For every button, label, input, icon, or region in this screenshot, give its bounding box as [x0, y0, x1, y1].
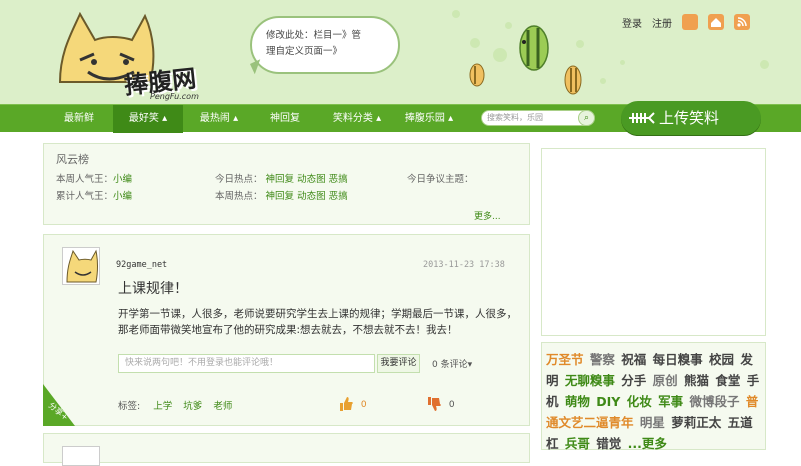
avatar[interactable] — [62, 247, 100, 285]
tag-cloud-item[interactable]: 萝莉正太 — [671, 415, 721, 430]
tags-label: 标签: — [118, 401, 141, 412]
register-link[interactable]: 注册 — [652, 15, 672, 30]
bubble-line: 理自定义页面一》 — [266, 46, 343, 57]
downvote-count: 0 — [448, 399, 455, 410]
nav-item-paradise[interactable]: 捧腹乐园 ▴ — [400, 105, 458, 133]
hot-link[interactable]: 动态图 — [297, 174, 326, 185]
post-card — [43, 433, 530, 463]
tag-cloud-item[interactable]: 萌物 — [565, 394, 590, 409]
fish-decoration-icon — [469, 63, 485, 87]
thumbs-down-icon — [428, 397, 441, 411]
upload-label: 上传笑料 — [659, 109, 720, 127]
nav-item-funniest[interactable]: 最好笑 ▴ — [113, 105, 183, 133]
tag-cloud-item[interactable]: 分手 — [621, 373, 646, 388]
tag-cloud-item[interactable]: 每日糗事 — [653, 352, 703, 367]
search-icon[interactable]: ⌕ — [578, 110, 595, 126]
ad-box — [541, 148, 766, 336]
comment-input[interactable]: 快来说两句吧！不用登录也能评论哦！ — [118, 354, 375, 373]
post-body: 开学第一节课，人很多，老师说要研究学生去上课的规律；学期最后一节课，人很多，那老… — [118, 308, 517, 336]
week-hot-label: 本周热点： — [215, 191, 263, 202]
week-king-label: 本周人气王： — [56, 174, 114, 185]
tag-link[interactable]: 上学 — [153, 401, 172, 412]
fish-decoration-icon — [564, 65, 582, 95]
tag-cloud-item[interactable]: 食堂 — [715, 373, 740, 388]
rank-more-link[interactable]: 更多... — [474, 209, 501, 222]
total-king-link[interactable]: 小编 — [113, 191, 132, 202]
today-debate: 今日争议主题： — [407, 174, 474, 185]
hot-link[interactable]: 神回复 — [266, 191, 295, 202]
fish-decoration-icon — [519, 25, 549, 71]
total-king: 累计人气王：小编 — [56, 188, 132, 202]
tag-cloud-item[interactable]: 无聊糗事 — [565, 373, 615, 388]
nav-item-label: 笑料分类 — [332, 113, 373, 124]
hot-link[interactable]: 动态图 — [297, 191, 326, 202]
tag-cloud-item[interactable]: 军事 — [658, 394, 683, 409]
rss-icon[interactable] — [734, 14, 750, 30]
tag-cloud-item[interactable]: 万圣节 — [546, 352, 584, 367]
tag-link[interactable]: 坑爹 — [183, 401, 202, 412]
login-link[interactable]: 登录 — [622, 15, 642, 30]
total-king-label: 累计人气王： — [56, 191, 114, 202]
post-time: 2013-11-23 17:38 — [423, 260, 505, 270]
comment-button[interactable]: 我要评论 — [377, 354, 420, 373]
tag-cloud: 万圣节 警察 祝福 每日糗事 校园 发明 无聊糗事 分手 原创 熊猫 食堂 手机… — [541, 342, 766, 451]
tag-cloud-item[interactable]: 微博段子 — [689, 394, 739, 409]
header: 捧腹网 PengFu.com 修改此处：栏目一》管 理自定义页面一》 登录 注册 — [0, 0, 801, 104]
upload-button[interactable]: 上传笑料 — [621, 101, 761, 135]
post-title[interactable]: 上课规律！ — [118, 278, 188, 298]
folder-icon[interactable] — [682, 14, 698, 30]
nav-item-label: 最好笑 — [128, 113, 159, 124]
bubble-line: 修改此处：栏目一》管 — [266, 30, 362, 41]
tag-cloud-item[interactable]: 兵哥 — [565, 436, 590, 451]
tag-cloud-item[interactable]: 警察 — [590, 352, 615, 367]
week-hot: 本周热点： 神回复 动态图 恶搞 — [215, 188, 348, 202]
tag-cloud-item[interactable]: 熊猫 — [684, 373, 709, 388]
today-hot: 今日热点： 神回复 动态图 恶搞 — [215, 171, 348, 185]
logo-domain: PengFu.com — [150, 92, 199, 101]
today-hot-label: 今日热点： — [215, 174, 263, 185]
tag-cloud-item[interactable]: 祝福 — [621, 352, 646, 367]
tag-link[interactable]: 老师 — [213, 401, 232, 412]
upvote-button[interactable]: 0 — [338, 396, 367, 412]
nav-item-categories[interactable]: 笑料分类 ▴ — [328, 105, 386, 133]
comment-count[interactable]: 0 条评论▾ — [432, 357, 472, 370]
nav-item-hottest[interactable]: 最热闹 ▴ — [196, 105, 242, 133]
fish-bone-icon — [629, 112, 655, 124]
nav-item-divine-reply[interactable]: 神回复 — [262, 105, 308, 133]
hot-link[interactable]: 神回复 — [266, 174, 295, 185]
comment-count-text: 0 条评论 — [432, 360, 468, 370]
home-icon[interactable] — [708, 14, 724, 30]
thumbs-up-icon — [340, 397, 353, 411]
tag-cloud-item[interactable]: 化妆 — [627, 394, 652, 409]
post-username[interactable]: 92game_net — [116, 260, 167, 270]
comment-expand-icon: ▾ — [467, 360, 473, 370]
avatar[interactable] — [62, 446, 100, 466]
upvote-count: 0 — [360, 399, 367, 410]
hot-link[interactable]: 恶搞 — [329, 174, 348, 185]
nav-item-latest[interactable]: 最新鲜 — [56, 105, 102, 133]
hot-link[interactable]: 恶搞 — [329, 191, 348, 202]
week-king: 本周人气王：小编 — [56, 171, 132, 185]
week-king-link[interactable]: 小编 — [113, 174, 132, 185]
cat-avatar-icon — [66, 249, 98, 283]
share-button[interactable]: 分享+ — [43, 384, 75, 426]
tag-cloud-item[interactable]: 明星 — [640, 415, 665, 430]
nav-item-label: 最热闹 — [199, 113, 230, 124]
site-logo[interactable]: 捧腹网 PengFu.com — [50, 11, 240, 102]
downvote-button[interactable]: 0 — [426, 396, 455, 412]
tag-cloud-item[interactable]: 原创 — [653, 373, 678, 388]
rank-title: 风云榜 — [56, 153, 89, 166]
tag-cloud-item[interactable]: 校园 — [709, 352, 734, 367]
nav-item-label: 捧腹乐园 — [404, 113, 445, 124]
tag-cloud-item[interactable]: 错觉 — [596, 436, 621, 451]
post-tags: 标签: 上学 坑爹 老师 — [118, 398, 232, 412]
header-bubble: 修改此处：栏目一》管 理自定义页面一》 — [250, 16, 400, 74]
top-links: 登录 注册 — [622, 14, 750, 30]
tag-cloud-item[interactable]: DIY — [596, 394, 620, 409]
tag-cloud-item[interactable]: ...更多 — [628, 436, 667, 451]
